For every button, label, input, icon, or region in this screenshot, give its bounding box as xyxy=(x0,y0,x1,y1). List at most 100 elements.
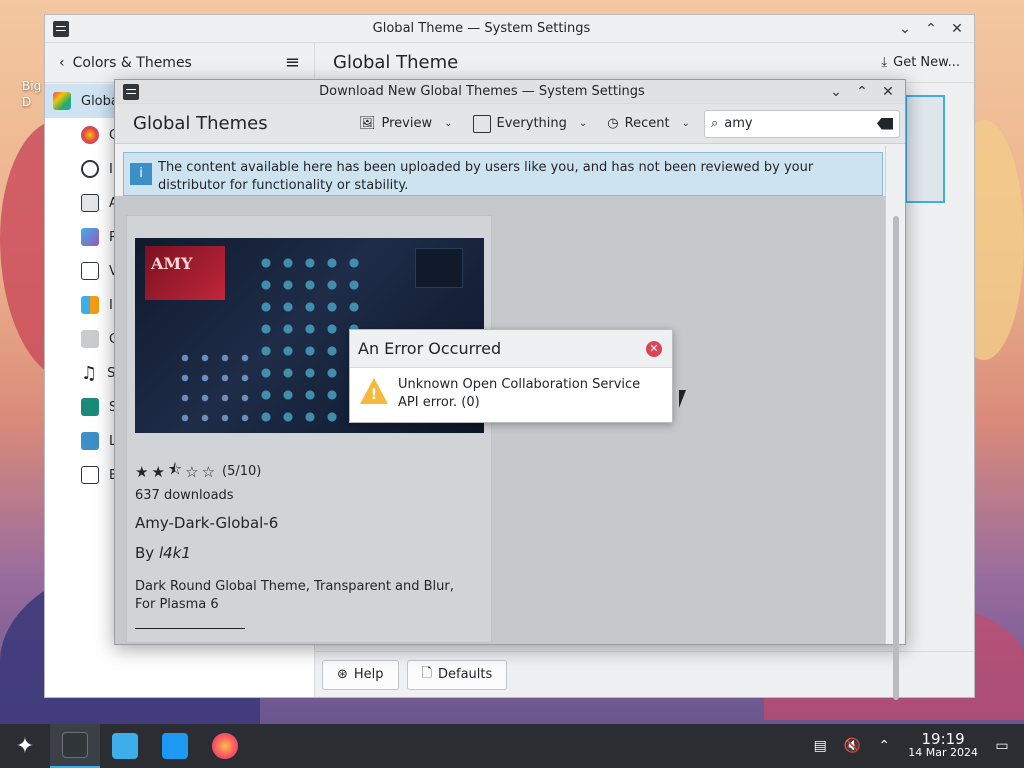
help-label: Help xyxy=(353,667,384,682)
download-count: 637 downloads xyxy=(135,488,234,503)
clock-time: 19:19 xyxy=(921,730,965,748)
desktop-label-line1: Big xyxy=(22,79,42,93)
icon-theme-icon xyxy=(81,160,99,178)
document-icon: 🗋 xyxy=(421,665,432,681)
login-icon xyxy=(81,432,99,450)
global-theme-icon xyxy=(53,92,71,110)
app-launcher-button[interactable]: ✦ xyxy=(0,724,50,768)
notice-text: The content available here has been uplo… xyxy=(158,160,814,193)
preview-panel xyxy=(415,248,463,288)
scrollbar[interactable] xyxy=(885,146,905,700)
chevron-up-icon[interactable]: ⌃ xyxy=(876,738,892,754)
search-input[interactable]: ⌕ amy xyxy=(703,109,900,138)
maximize-button[interactable]: ⌃ xyxy=(851,81,873,103)
mouse-cursor-icon xyxy=(679,390,686,408)
dialog-header: Global Themes 🖼 Preview ⌄ Everything ⌄ ◷… xyxy=(115,104,905,144)
theme-thumbnail[interactable] xyxy=(905,95,945,203)
help-button[interactable]: ⊛ Help xyxy=(322,659,399,690)
maximize-button[interactable]: ⌃ xyxy=(920,18,942,40)
get-new-button[interactable]: ⤓ Get New... xyxy=(881,55,960,70)
defaults-label: Defaults xyxy=(438,667,493,682)
chevron-down-icon: ⌄ xyxy=(578,118,588,129)
grid-icon xyxy=(81,296,99,314)
preview-icon-grid xyxy=(175,348,255,428)
back-label: Colors & Themes xyxy=(72,54,192,71)
theme-name: Amy-Dark-Global-6 xyxy=(135,514,279,532)
chevron-down-icon: ⌄ xyxy=(681,118,690,129)
taskbar-system-settings[interactable] xyxy=(50,724,100,768)
sort-dropdown[interactable]: ◷ Recent ⌄ xyxy=(601,110,696,138)
filter-dropdown[interactable]: Everything ⌄ xyxy=(467,110,594,138)
dialog-window-title: Download New Global Themes — System Sett… xyxy=(319,84,645,99)
main-footer: ⊛ Help 🗋 Defaults xyxy=(316,651,974,697)
taskbar: ✦ ▤ 🔇 ⌃ 19:19 14 Mar 2024 ▭ xyxy=(0,724,1024,768)
settings-app-icon xyxy=(62,732,88,758)
rating-stars: ★ ★ ⯪ ☆ ☆ (5/10) xyxy=(135,459,261,484)
window-icon xyxy=(81,262,99,280)
error-header: An Error Occurred ✕ xyxy=(350,330,672,368)
theme-description: Dark Round Global Theme, Transparent and… xyxy=(135,579,454,612)
settings-app-icon xyxy=(123,83,139,100)
page-title: Global Theme xyxy=(333,52,459,73)
taskbar-discover[interactable] xyxy=(100,724,150,768)
store-icon xyxy=(112,733,138,759)
warning-icon: ! xyxy=(360,378,388,404)
image-icon: 🖼 xyxy=(359,116,376,131)
search-value: amy xyxy=(724,116,753,131)
author-name[interactable]: l4k1 xyxy=(159,544,191,562)
get-new-label: Get New... xyxy=(893,55,960,70)
music-note-icon: ♫ xyxy=(81,362,98,384)
scrollbar-thumb[interactable] xyxy=(893,216,899,700)
view-mode-dropdown[interactable]: 🖼 Preview ⌄ xyxy=(353,110,459,138)
main-titlebar[interactable]: Global Theme — System Settings ⌄ ⌃ ✕ xyxy=(45,15,974,43)
minimize-button[interactable]: ⌄ xyxy=(825,81,847,103)
defaults-button[interactable]: 🗋 Defaults xyxy=(406,659,508,690)
theme-card[interactable]: AMY ★ ★ ⯪ ☆ ☆ (5/10) 637 downloads Amy-D… xyxy=(126,215,492,643)
close-button[interactable]: ✕ xyxy=(877,81,899,103)
clear-icon[interactable] xyxy=(876,117,893,130)
error-body: ! Unknown Open Collaboration Service API… xyxy=(350,368,672,420)
brush-icon xyxy=(81,194,99,212)
splash-icon xyxy=(81,398,99,416)
checkbox-icon xyxy=(472,114,491,133)
main-window-title: Global Theme — System Settings xyxy=(372,21,591,36)
star-half-icon: ⯪ xyxy=(167,460,183,478)
clipboard-icon[interactable]: ▤ xyxy=(812,738,828,754)
firefox-icon xyxy=(212,733,238,759)
monitor-icon xyxy=(81,466,99,484)
preview-title-text: AMY xyxy=(151,254,193,273)
launcher-icon: ✦ xyxy=(15,733,35,759)
star-empty-icon: ☆ xyxy=(201,462,216,481)
content-warning-notice: i The content available here has been up… xyxy=(123,152,883,196)
star-full-icon: ★ xyxy=(135,462,149,481)
rating-text: (5/10) xyxy=(222,464,262,479)
system-tray: ▤ 🔇 ⌃ 19:19 14 Mar 2024 ▭ xyxy=(812,732,1024,760)
close-icon[interactable]: ✕ xyxy=(646,340,662,357)
star-full-icon: ★ xyxy=(151,462,165,481)
show-desktop-icon[interactable]: ▭ xyxy=(994,738,1010,754)
download-icon: ⤓ xyxy=(881,55,888,70)
close-button[interactable]: ✕ xyxy=(946,18,968,40)
desktop-icon-label[interactable]: Big D xyxy=(22,78,41,110)
chevron-left-icon: ‹ xyxy=(59,54,65,71)
hamburger-menu-icon[interactable]: ≡ xyxy=(285,52,300,73)
sort-label: Recent xyxy=(624,116,670,131)
taskbar-firefox[interactable] xyxy=(200,724,250,768)
error-message: Unknown Open Collaboration Service API e… xyxy=(398,377,641,410)
back-button[interactable]: ‹ Colors & Themes ≡ xyxy=(45,43,315,82)
minimize-button[interactable]: ⌄ xyxy=(894,18,916,40)
help-icon: ⊛ xyxy=(337,667,348,682)
clock[interactable]: 19:19 14 Mar 2024 xyxy=(908,732,978,760)
desktop-label-line2: D xyxy=(22,95,32,109)
error-popup: An Error Occurred ✕ ! Unknown Open Colla… xyxy=(349,329,673,423)
sidebar-item-label: I xyxy=(109,161,113,177)
taskbar-dolphin[interactable] xyxy=(150,724,200,768)
dialog-header-title: Global Themes xyxy=(133,113,268,134)
volume-muted-icon[interactable]: 🔇 xyxy=(844,738,861,754)
info-icon: i xyxy=(130,163,152,185)
settings-app-icon xyxy=(53,20,69,37)
divider xyxy=(135,628,245,629)
theme-author: By l4k1 xyxy=(135,544,191,562)
dialog-titlebar[interactable]: Download New Global Themes — System Sett… xyxy=(115,80,905,104)
filter-label: Everything xyxy=(496,116,567,131)
